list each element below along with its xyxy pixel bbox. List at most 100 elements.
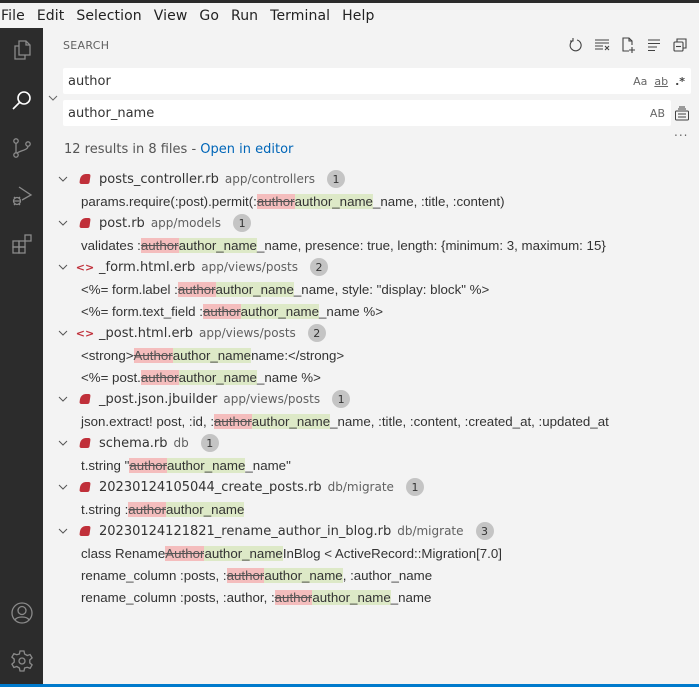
match-result-row[interactable]: t.string " author author_name _name" [43,454,699,476]
menu-edit[interactable]: Edit [37,8,65,24]
toggle-search-details-button[interactable]: ... [674,125,688,139]
replace-all-icon[interactable] [674,105,690,121]
file-name: posts_controller.rb [99,171,219,187]
match-result-row[interactable]: class Rename Author author_name InBlog < Ac… [43,542,699,564]
match-result-row[interactable]: json.extract! post, :id, : author author_n… [43,410,699,432]
match-removed-text: author [140,369,179,385]
new-search-editor-button[interactable] [619,36,637,54]
match-count-badge: 1 [327,170,346,188]
match-result-row[interactable]: rename_column :posts, :author, : author au… [43,586,699,608]
chevron-down-icon[interactable] [57,525,69,537]
file-result-row[interactable]: schema.rb db 1 [43,432,699,454]
collapse-all-button[interactable] [671,36,689,54]
extensions-icon [11,234,32,254]
file-result-row[interactable]: _post.json.jbuilder app/views/posts 1 [43,388,699,410]
menu-view[interactable]: View [154,8,188,24]
match-result-row[interactable]: t.string : author author_name [43,498,699,520]
match-removed-text: author [140,237,179,253]
match-result-row[interactable]: <%= form.text_field : author author_name _n… [43,300,699,322]
view-as-tree-button[interactable] [645,36,663,54]
match-suffix: _name" [245,457,291,473]
chevron-down-icon[interactable] [57,217,69,229]
file-result-row[interactable]: 20230124105044_create_posts.rb db/migrate… [43,476,699,498]
manage-button[interactable] [0,639,43,683]
match-removed-text: author [177,281,216,297]
ruby-file-icon [79,393,91,405]
search-view: SEARCH author Aa ab .* author_name AB ..… [43,28,699,684]
match-case-toggle[interactable]: Aa [633,75,647,88]
search-input-value[interactable]: author [68,74,633,89]
new-search-editor-icon [622,37,635,53]
accounts-button[interactable] [0,591,43,635]
menu-file[interactable]: File [1,8,25,24]
match-prefix: <strong> [81,347,134,363]
ruby-gem-shape [79,526,91,536]
chevron-down-icon[interactable] [57,393,69,405]
match-removed-text: Author [133,347,173,363]
run-debug-icon [12,186,32,206]
file-result-row[interactable]: posts_controller.rb app/controllers 1 [43,168,699,190]
match-prefix: class Rename [81,545,166,561]
file-result-row[interactable]: <> _form.html.erb app/views/posts 2 [43,256,699,278]
run-debug-button[interactable] [0,174,43,218]
menu-run[interactable]: Run [231,8,258,24]
source-control-button[interactable] [0,126,43,170]
match-removed-text: author [128,501,166,517]
erb-file-icon: <> [75,326,95,340]
file-path: db/migrate [327,480,394,494]
match-suffix: _name, style: "display: block" %> [293,281,490,297]
match-prefix: params.require(:post).permit(: [81,193,257,209]
explorer-button[interactable] [0,28,43,72]
match-suffix: _name [390,589,432,605]
file-result-row[interactable]: 20230124121821_rename_author_in_blog.rb d… [43,520,699,542]
use-regex-toggle[interactable]: .* [675,75,685,88]
search-button[interactable] [0,78,43,122]
match-suffix: , :author_name [342,567,433,583]
match-prefix: <%= form.text_field : [81,303,203,319]
match-count-badge: 3 [475,522,494,540]
match-prefix: <%= post. [81,369,141,385]
replace-input[interactable]: author_name AB [63,100,671,126]
chevron-down-icon[interactable] [57,481,69,493]
extensions-button[interactable] [0,222,43,266]
match-whole-word-toggle[interactable]: ab [654,75,668,88]
clear-results-button[interactable] [593,36,611,54]
chevron-down-icon[interactable] [57,437,69,449]
search-input[interactable]: author Aa ab .* [63,68,691,94]
chevron-down-icon[interactable] [57,173,69,185]
file-result-row[interactable]: <> _post.html.erb app/views/posts 2 [43,322,699,344]
menu-selection[interactable]: Selection [76,8,141,24]
match-suffix: _name, :title, :content) [372,193,505,209]
preserve-case-toggle[interactable]: AB [650,107,665,120]
menu-terminal[interactable]: Terminal [270,8,330,24]
file-name: schema.rb [99,435,168,451]
manage-gear-icon [10,650,33,672]
ruby-gem-shape [79,218,91,228]
menu-go[interactable]: Go [199,8,219,24]
match-result-row[interactable]: <%= form.label : author author_name _name, … [43,278,699,300]
match-replacement-text: author_name [204,545,283,561]
match-result-row[interactable]: validates : author author_name _name, prese… [43,234,699,256]
replace-input-value[interactable]: author_name [68,106,650,121]
match-prefix: json.extract! post, :id, : [81,413,215,429]
ruby-gem-shape [79,394,91,404]
chevron-down-icon[interactable] [57,261,69,273]
menu-bar: File Edit Selection View Go Run Terminal… [0,3,699,28]
match-result-row[interactable]: <strong> Author author_name name:</strong> [43,344,699,366]
results-summary: 12 results in 8 files - Open in editor [64,142,293,157]
open-in-editor-link[interactable]: Open in editor [200,142,293,157]
chevron-down-icon[interactable] [57,327,69,339]
file-path: app/views/posts [199,326,296,340]
toggle-replace-chevron-icon[interactable] [47,92,59,104]
refresh-button[interactable] [567,36,585,54]
match-suffix: _name %> [319,303,383,319]
match-result-row[interactable]: <%= post. author author_name _name %> [43,366,699,388]
ruby-file-icon [79,217,91,229]
file-result-row[interactable]: post.rb app/models 1 [43,212,699,234]
match-result-row[interactable]: rename_column :posts, : author author_name… [43,564,699,586]
file-path: app/controllers [224,172,316,186]
match-prefix: <%= form.label : [81,281,178,297]
menu-help[interactable]: Help [342,8,374,24]
match-replacement-text: author_name [172,347,252,363]
match-result-row[interactable]: params.require(:post).permit(: author auth… [43,190,699,212]
